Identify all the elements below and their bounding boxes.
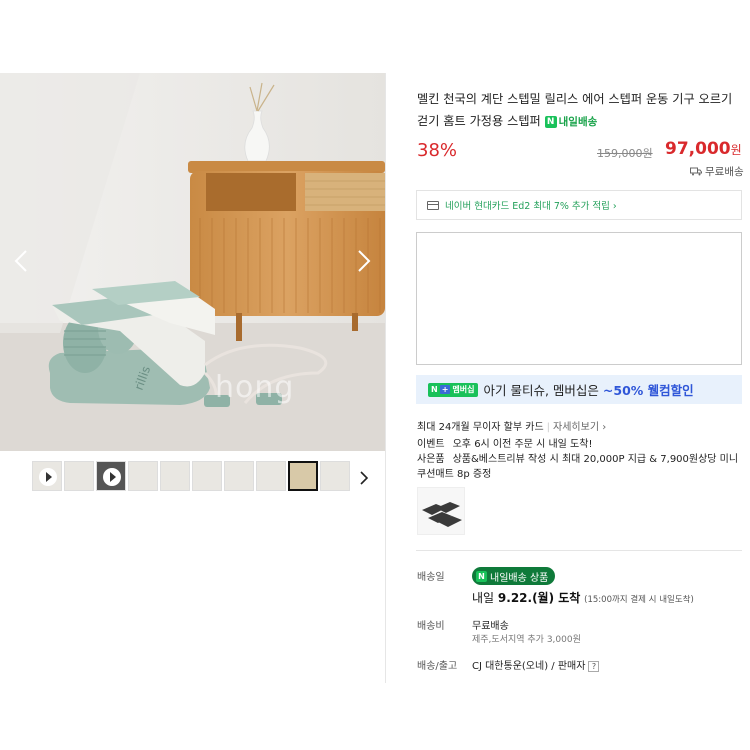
tomorrow-delivery-badge: N 내일배송 [544, 111, 598, 133]
card-benefit-link[interactable]: 네이버 현대카드 Ed2 최대 7% 추가 적립 › [416, 190, 742, 220]
play-icon [39, 468, 57, 486]
banner-highlight: ~50% 웰컴할인 [602, 383, 694, 398]
thumbnail-active[interactable] [288, 461, 318, 491]
event-text: 오후 6시 이전 주문 시 내일 도착! [452, 439, 593, 450]
thumbnail-next-button[interactable] [360, 470, 369, 485]
section-divider [416, 550, 742, 551]
option-select-area [416, 232, 742, 365]
thumbnail-strip [32, 461, 352, 493]
naver-n-icon: N [476, 570, 487, 582]
naver-n-mark: N [431, 385, 438, 394]
thumbnail-video[interactable] [32, 461, 62, 491]
shipping-fee-value: 무료배송 [472, 621, 509, 632]
thumbnail[interactable] [320, 461, 350, 491]
delivery-date-prefix: 내일 [472, 591, 498, 605]
gift-label: 사은품 [417, 454, 445, 465]
delivery-date-value: 9.22.(월) 도착 [497, 591, 581, 605]
delivery-date-note: (15:00까지 결제 시 내일도착) [584, 595, 694, 605]
sale-price: 97,000원 [665, 139, 742, 159]
courier-value: CJ 대한통운(오네) / 판매자 [472, 661, 586, 672]
discount-rate: 38% [417, 140, 458, 161]
truck-icon [690, 167, 702, 176]
sale-price-unit: 원 [730, 143, 742, 157]
prev-image-button[interactable] [12, 248, 30, 274]
membership-mark: 멤버십 [452, 385, 475, 394]
gift-text: 상품&베스트리뷰 작성 시 최대 20,000P 지급 & 7,900원상당 미… [417, 454, 739, 480]
thumbnail-video[interactable] [96, 461, 126, 491]
chevron-right-icon [360, 471, 369, 485]
banner-text-prefix: 아기 물티슈, 멤버십은 [483, 383, 603, 398]
thumbnail[interactable] [192, 461, 222, 491]
banner-text: 아기 물티슈, 멤버십은 ~50% 웰컴할인 [484, 380, 694, 399]
thumbnail[interactable] [224, 461, 254, 491]
tomorrow-delivery-product-label: 내일배송 상품 [490, 572, 549, 584]
credit-card-icon [427, 200, 439, 210]
tomorrow-delivery-product-badge: N 내일배송 상품 [472, 567, 556, 585]
thumbnail[interactable] [160, 461, 190, 491]
courier-info: CJ 대한통운(오네) / 판매자? [472, 657, 600, 672]
installment-info: 최대 24개월 무이자 할부 카드 | 자세히보기 › [417, 418, 606, 433]
plus-mark: + [439, 385, 451, 394]
main-product-image: rillis [0, 73, 385, 451]
delivery-date-label: 배송일 [417, 572, 445, 583]
thumbnail[interactable] [64, 461, 94, 491]
tomorrow-delivery-label: 내일배송 [558, 115, 598, 128]
cushion-mat-image [422, 502, 462, 527]
thumbnail[interactable] [256, 461, 286, 491]
shipping-text: 무료배송 [705, 166, 744, 178]
naver-n-icon: N [544, 115, 557, 128]
shipping-fee-note: 제주,도서지역 추가 3,000원 [472, 635, 581, 645]
original-price: 159,000원 [597, 147, 653, 160]
event-info: 이벤트 오후 6시 이전 주문 시 내일 도착! [417, 435, 592, 450]
chevron-right-icon [358, 250, 371, 272]
shipping-info: 무료배송 [690, 164, 744, 179]
sale-price-value: 97,000 [665, 139, 731, 159]
product-title: 멜킨 천국의 계단 스텝밀 릴리스 에어 스텝퍼 운동 기구 오르기 걷기 홈트… [417, 88, 742, 133]
installment-text: 최대 24개월 무이자 할부 카드 [417, 422, 544, 433]
column-divider [385, 73, 386, 683]
watermark: hong [215, 370, 295, 405]
gift-image [417, 487, 465, 535]
delivery-date: 내일 9.22.(월) 도착 (15:00까지 결제 시 내일도착) [472, 589, 694, 606]
installment-more-link[interactable]: 자세히보기 › [553, 422, 606, 433]
thumbnail[interactable] [128, 461, 158, 491]
help-icon[interactable]: ? [588, 660, 600, 672]
event-label: 이벤트 [417, 439, 445, 450]
next-image-button[interactable] [355, 248, 373, 274]
gift-info: 사은품 상품&베스트리뷰 작성 시 최대 20,000P 지급 & 7,900원상… [417, 452, 747, 482]
separator: | [546, 422, 551, 433]
chevron-left-icon [14, 250, 27, 272]
courier-label: 배송/출고 [417, 661, 458, 672]
card-benefit-text: 네이버 현대카드 Ed2 최대 7% 추가 적립 › [445, 201, 617, 212]
naver-plus-membership-icon: N + 멤버십 [428, 382, 478, 397]
membership-banner[interactable]: N + 멤버십 아기 물티슈, 멤버십은 ~50% 웰컴할인 [416, 375, 742, 404]
shipping-fee-label: 배송비 [417, 621, 445, 632]
play-icon [103, 468, 121, 486]
